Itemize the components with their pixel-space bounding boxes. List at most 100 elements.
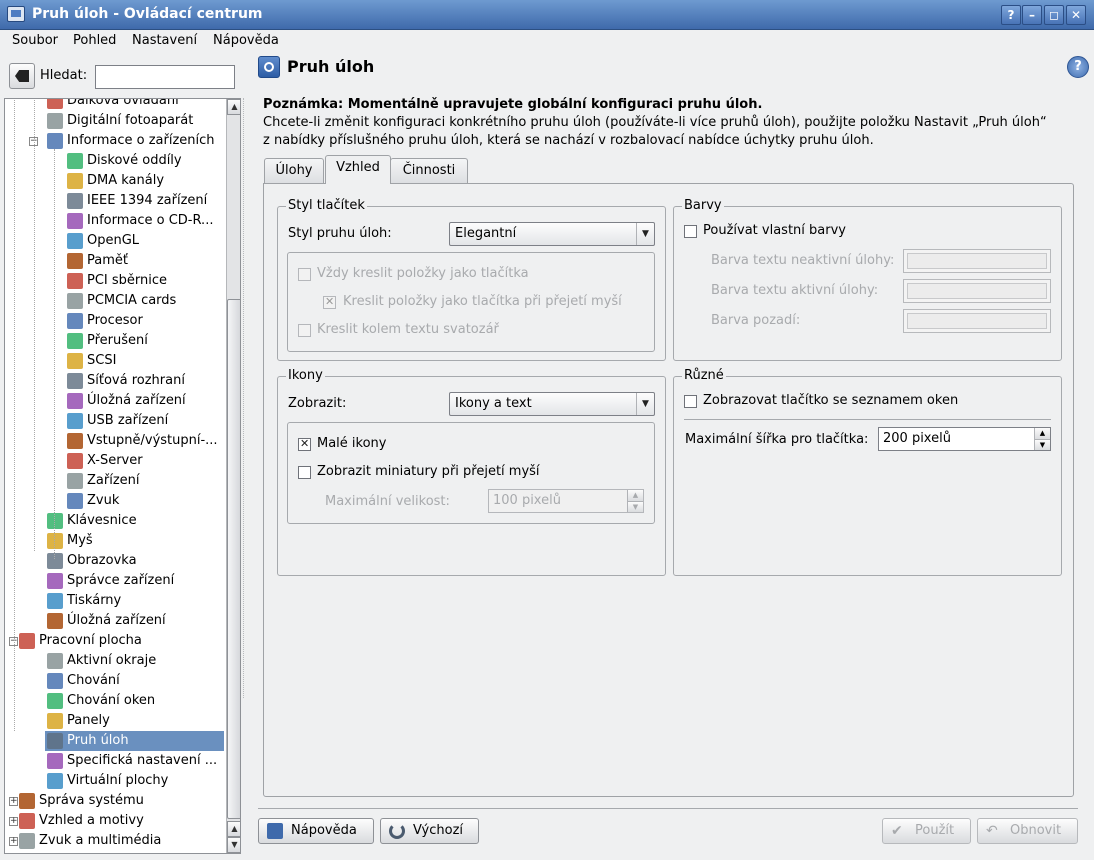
tree-item[interactable]: Klávesnice: [45, 511, 224, 531]
help-button[interactable]: Nápověda: [258, 818, 374, 844]
tree-item[interactable]: Procesor: [65, 311, 224, 331]
reload-icon: [389, 823, 405, 839]
spin-up-icon[interactable]: ▲: [627, 490, 643, 501]
spin-down-icon[interactable]: ▼: [627, 501, 643, 512]
help-window-button[interactable]: ?: [1001, 5, 1021, 25]
button-label: Použít: [915, 823, 955, 838]
tree-item[interactable]: Pracovní plocha: [17, 631, 224, 651]
tree-item[interactable]: Úložná zařízení: [45, 611, 224, 631]
active-color-label: Barva textu aktivní úlohy:: [711, 283, 879, 298]
display-combo[interactable]: Ikony a text ▼: [449, 392, 655, 416]
tree-item[interactable]: Zvuk a multimédia: [17, 831, 224, 851]
tree-item[interactable]: Zařízení: [65, 471, 224, 491]
tree-item[interactable]: Úložná zařízení: [65, 391, 224, 411]
tree-guide-line: [34, 99, 35, 551]
tree-item[interactable]: Přerušení: [65, 331, 224, 351]
tree-item[interactable]: Síťová rozhraní: [65, 371, 224, 391]
style-options-frame: Vždy kreslit položky jako tlačítka Kresl…: [287, 252, 655, 352]
inactive-color-button[interactable]: [903, 249, 1051, 273]
halo-checkbox[interactable]: [298, 324, 311, 337]
tree-item[interactable]: Virtuální plochy: [45, 771, 224, 791]
hover-buttons-checkbox[interactable]: [323, 295, 336, 309]
tree-item[interactable]: Vstupně/výstupní-...: [65, 431, 224, 451]
max-size-spinbox[interactable]: 100 pixelů ▲ ▼: [488, 489, 644, 513]
tab-cinnosti[interactable]: Činnosti: [390, 158, 468, 184]
scroll-thumb[interactable]: [227, 299, 240, 819]
tab-ulohy[interactable]: Úlohy: [264, 158, 324, 184]
scroll-down-button[interactable]: ▲: [227, 821, 240, 837]
clear-search-button[interactable]: [9, 63, 35, 89]
printer-icon: [47, 593, 63, 609]
tree-item[interactable]: Informace o zařízeních: [45, 131, 224, 151]
tree-item[interactable]: Vzhled a motivy: [17, 811, 224, 831]
scroll-up-button[interactable]: ▲: [227, 99, 240, 115]
tree-item[interactable]: Diskové oddíly: [65, 151, 224, 171]
tree-item[interactable]: DMA kanály: [65, 171, 224, 191]
tree-item[interactable]: OpenGL: [65, 231, 224, 251]
info-icon: [47, 133, 63, 149]
tree-item[interactable]: PCMCIA cards: [65, 291, 224, 311]
taskbar-style-combo[interactable]: Elegantní ▼: [449, 222, 655, 246]
tree-item[interactable]: Chování: [45, 671, 224, 691]
splitter[interactable]: [243, 98, 244, 698]
tree-item[interactable]: Specifická nastavení ...: [45, 751, 224, 771]
tree-item[interactable]: Chování oken: [45, 691, 224, 711]
tree-item-label: Přerušení: [87, 333, 148, 348]
defaults-button[interactable]: Výchozí: [380, 818, 479, 844]
tree-item[interactable]: Myš: [45, 531, 224, 551]
tab-label: Úlohy: [275, 163, 313, 178]
tree-item[interactable]: Panely: [45, 711, 224, 731]
tree-item[interactable]: Pruh úloh: [45, 731, 224, 751]
window-list-checkbox[interactable]: [684, 395, 697, 408]
tree-item[interactable]: Digitální fotoaparát: [45, 111, 224, 131]
expand-toggle[interactable]: +: [9, 817, 18, 826]
menu-soubor[interactable]: Soubor: [12, 33, 58, 48]
tree-item[interactable]: Obrazovka: [45, 551, 224, 571]
spin-up-icon[interactable]: ▲: [1034, 428, 1050, 439]
tree-item[interactable]: Informace o CD-R...: [65, 211, 224, 231]
always-buttons-checkbox[interactable]: [298, 268, 311, 281]
footer-divider: [258, 808, 1078, 809]
title-bar[interactable]: Pruh úloh - Ovládací centrum ? – ◻ ✕: [0, 0, 1094, 30]
expand-toggle[interactable]: +: [9, 797, 18, 806]
apply-button[interactable]: ✔ Použít: [882, 818, 971, 844]
active-color-button[interactable]: [903, 279, 1051, 303]
tree-item-label: Klávesnice: [67, 513, 137, 528]
tree-item[interactable]: Aktivní okraje: [45, 651, 224, 671]
reset-button[interactable]: ↶ Obnovit: [977, 818, 1078, 844]
tree-item[interactable]: Zvuk: [65, 491, 224, 511]
spin-down-icon[interactable]: ▼: [1034, 439, 1050, 450]
whats-this-button[interactable]: ?: [1067, 56, 1089, 78]
tree-item[interactable]: SCSI: [65, 351, 224, 371]
tree-item[interactable]: Tiskárny: [45, 591, 224, 611]
tree-item[interactable]: USB zařízení: [65, 411, 224, 431]
tree-item[interactable]: PCI sběrnice: [65, 271, 224, 291]
maximize-button[interactable]: ◻: [1044, 5, 1064, 25]
small-icons-checkbox[interactable]: [298, 437, 311, 451]
search-input[interactable]: [95, 65, 235, 89]
menu-nastaveni[interactable]: Nastavení: [132, 33, 197, 48]
tree-item[interactable]: X-Server: [65, 451, 224, 471]
tree-item[interactable]: Správa systému: [17, 791, 224, 811]
menu-pohled[interactable]: Pohled: [73, 33, 116, 48]
minimize-button[interactable]: –: [1022, 5, 1042, 25]
button-width-spinbox[interactable]: 200 pixelů ▲ ▼: [878, 427, 1051, 451]
tree-item[interactable]: Dálková ovládání: [45, 99, 224, 111]
tree-item[interactable]: IEEE 1394 zařízení: [65, 191, 224, 211]
device-icon: [67, 473, 83, 489]
menu-napoveda[interactable]: Nápověda: [213, 33, 279, 48]
tree-item-label: Panely: [67, 713, 110, 728]
close-button[interactable]: ✕: [1066, 5, 1086, 25]
tree-item[interactable]: Paměť: [65, 251, 224, 271]
tree-scrollbar[interactable]: ▲ ▲ ▼: [226, 99, 240, 853]
tab-vzhled[interactable]: Vzhled: [325, 155, 391, 184]
scroll-down-button-2[interactable]: ▼: [227, 837, 240, 853]
group-title: Barvy: [682, 198, 724, 213]
custom-colors-checkbox[interactable]: [684, 225, 697, 238]
custom-colors-label: Používat vlastní barvy: [703, 223, 846, 238]
expand-toggle[interactable]: +: [9, 837, 18, 846]
background-color-button[interactable]: [903, 309, 1051, 333]
thumbnails-checkbox[interactable]: [298, 466, 311, 479]
tree-item[interactable]: Správce zařízení: [45, 571, 224, 591]
module-tree[interactable]: Dálková ovládání Digitální fotoaparát Info…: [4, 98, 241, 854]
